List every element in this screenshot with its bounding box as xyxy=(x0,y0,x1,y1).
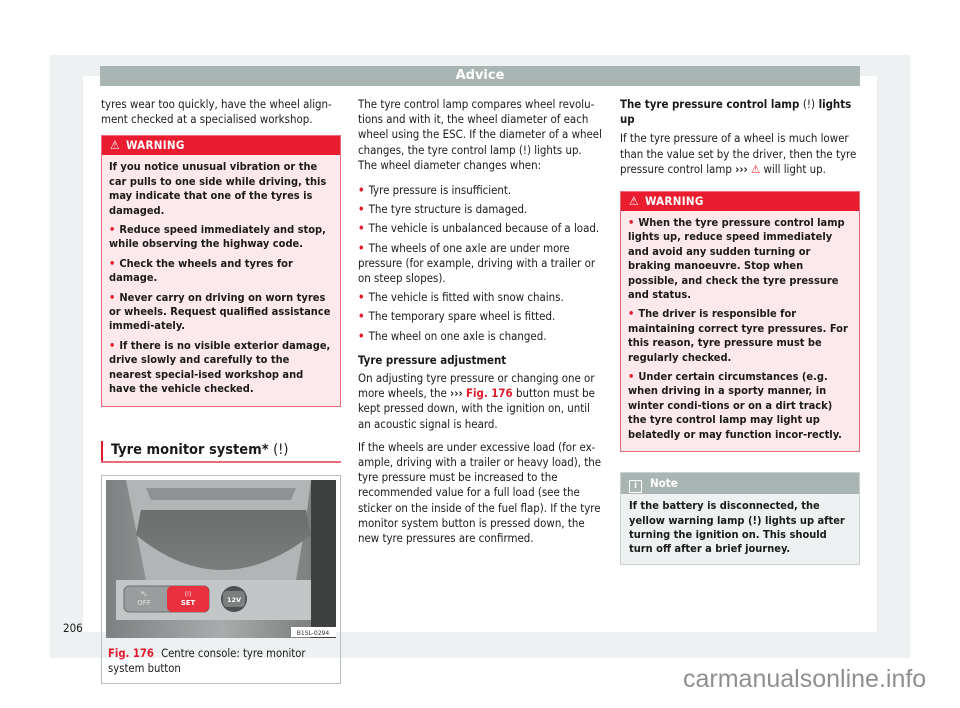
bullet-icon: • xyxy=(109,256,116,270)
figure-link[interactable]: Fig. 176 xyxy=(466,386,513,400)
intro-paragraph: The tyre control lamp compares wheel rev… xyxy=(358,97,602,172)
note-header: i Note xyxy=(621,473,859,495)
warning-bullet: • The driver is responsible for maintaini… xyxy=(628,307,848,364)
list-item: • The tyre structure is damaged. xyxy=(358,202,528,217)
page-number: 206 xyxy=(63,621,83,635)
bullet-icon: • xyxy=(109,223,116,237)
subheading: The tyre pressure control lamp (!) light… xyxy=(620,97,852,127)
warning-box: ⚠ WARNING • When the tyre pressure control… xyxy=(620,191,860,453)
warning-bullet: • If there is no visible exterior damage,… xyxy=(109,338,331,396)
figure-code: B1SL-0294 xyxy=(297,630,330,637)
bullet-icon: • xyxy=(628,370,635,384)
adjust-paragraph: On adjusting tyre pressure or changing o… xyxy=(358,371,595,431)
tyre-lamp-icon: (!) xyxy=(273,441,289,458)
warning-header: ⚠ WARNING xyxy=(621,192,859,212)
tyre-lamp-icon: (!) xyxy=(185,591,191,598)
bullet-icon: • xyxy=(358,309,365,324)
tyre-lamp-icon: (!) xyxy=(802,97,815,111)
list-item: • Tyre pressure is insufficient. xyxy=(358,183,512,198)
warning-lead: If you notice unusual vibration or the c… xyxy=(109,160,327,217)
warning-triangle-icon[interactable]: ⚠ xyxy=(751,162,760,176)
console-photo: OFF ⛍ (!) SET 12V B1SL-0294 xyxy=(106,479,336,638)
cross-reference-arrows: ››› xyxy=(450,386,463,401)
bullet-icon: • xyxy=(628,216,635,230)
socket-label: 12V xyxy=(227,596,241,604)
warning-header: ⚠ WARNING xyxy=(102,136,340,156)
warning-box: ⚠ WARNING If you notice unusual vibration… xyxy=(101,135,341,407)
bullet-icon: • xyxy=(358,221,365,236)
console-illustration: OFF ⛍ (!) SET 12V B1SL-0294 xyxy=(106,479,336,638)
list-item: • The vehicle is unbalanced because of a … xyxy=(358,221,600,236)
warning-body: • When the tyre pressure control lamp lig… xyxy=(621,211,859,451)
note-title: Note xyxy=(650,476,678,491)
bullet-icon: • xyxy=(628,307,635,321)
warning-bullet: • Reduce speed immediately and stop, whil… xyxy=(109,223,326,251)
column-1: tyres wear too quickly, have the wheel a… xyxy=(101,97,341,684)
figure-caption: Fig. 176 Centre console: tyre monitor sy… xyxy=(102,642,340,683)
set-button-label: SET xyxy=(181,599,196,607)
warning-triangle-icon: ⚠ xyxy=(629,194,639,209)
list-item: • The wheels of one axle are under more p… xyxy=(358,240,596,286)
off-button-label: OFF xyxy=(137,599,151,607)
warning-body: If you notice unusual vibration or the c… xyxy=(102,155,340,405)
list-item: • The temporary spare wheel is fitted. xyxy=(358,309,556,324)
esc-icon: ⛍ xyxy=(140,590,147,598)
warning-triangle-icon: ⚠ xyxy=(110,138,120,153)
info-icon: i xyxy=(629,480,642,494)
figure-number: Fig. 176 xyxy=(108,646,154,660)
note-box: i Note If the battery is disconnected, th… xyxy=(620,472,860,565)
list-item: • The wheel on one axle is changed. xyxy=(358,328,547,343)
lamp-paragraph: If the tyre pressure of a wheel is much … xyxy=(620,131,857,176)
section-title: Tyre monitor system* (!) xyxy=(101,440,341,463)
intro-paragraph: tyres wear too quickly, have the wheel a… xyxy=(101,97,332,127)
bullet-icon: • xyxy=(109,338,116,352)
bullet-icon: • xyxy=(358,328,365,343)
column-2: The tyre control lamp compares wheel rev… xyxy=(358,97,603,554)
chapter-header: Advice xyxy=(100,66,860,86)
list-item: • The vehicle is fitted with snow chains. xyxy=(358,290,564,305)
bullet-icon: • xyxy=(358,183,365,198)
note-text: If the battery is disconnected, the yell… xyxy=(629,499,845,556)
warning-bullet: • When the tyre pressure control lamp lig… xyxy=(628,216,845,302)
cross-reference-arrows: ››› xyxy=(735,161,748,176)
subheading: Tyre pressure adjustment xyxy=(358,352,507,367)
warning-title: WARNING xyxy=(125,138,185,153)
figure-176: OFF ⛍ (!) SET 12V B1SL-0294 Fig. 176 Cen… xyxy=(101,474,341,684)
bullet-icon: • xyxy=(358,202,365,217)
column-3: The tyre pressure control lamp (!) light… xyxy=(620,97,860,565)
bullet-icon: • xyxy=(358,290,365,305)
load-paragraph: If the wheels are under excessive load (… xyxy=(358,439,602,546)
bullet-icon: • xyxy=(358,240,365,255)
warning-bullet: • Never carry on driving on worn tyres or… xyxy=(109,290,331,333)
bullet-icon: • xyxy=(109,290,116,304)
warning-bullet: • Under certain circumstances (e.g. when … xyxy=(628,370,842,441)
warning-title: WARNING xyxy=(644,194,704,209)
watermark[interactable]: carmanualsonline.info xyxy=(683,665,926,694)
warning-bullet: • Check the wheels and tyres for damage. xyxy=(109,256,293,285)
